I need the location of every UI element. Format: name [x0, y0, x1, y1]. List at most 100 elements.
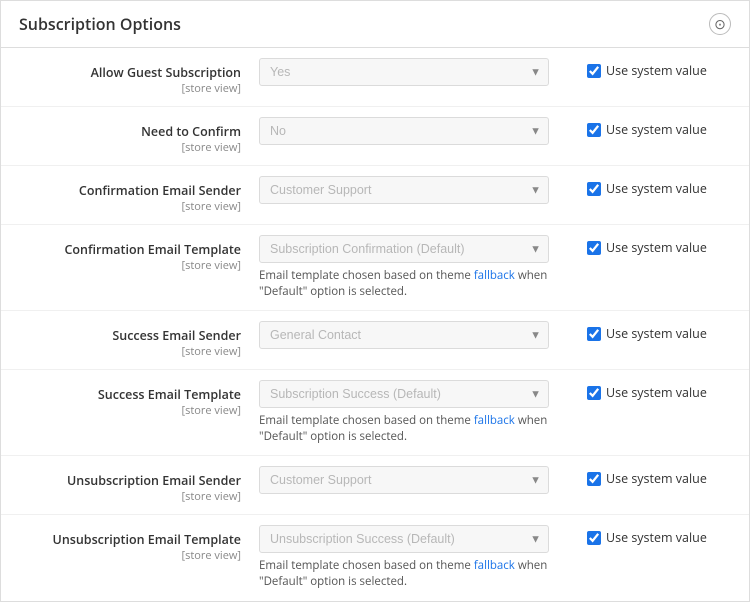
use-system-text-success-email-sender: Use system value [606, 325, 707, 342]
use-system-label-success-email-sender[interactable]: Use system value [587, 325, 707, 342]
row-inner-need-to-confirm: YesNo▼ [259, 117, 571, 145]
use-system-label-need-to-confirm[interactable]: Use system value [587, 121, 707, 138]
row-inner-success-email-sender: General ContactCustomer SupportSales Rep… [259, 321, 571, 349]
use-system-text-allow-guest: Use system value [606, 62, 707, 79]
use-system-label-confirmation-email-sender[interactable]: Use system value [587, 180, 707, 197]
select-success-email-sender[interactable]: General ContactCustomer SupportSales Rep… [259, 321, 549, 349]
use-system-text-unsubscription-email-sender: Use system value [606, 470, 707, 487]
field-scope-confirmation-email-sender: [store view] [19, 199, 241, 214]
field-label-confirmation-email-sender: Confirmation Email Sender [19, 182, 241, 199]
select-allow-guest[interactable]: YesNo [259, 58, 549, 86]
label-col-success-email-template: Success Email Template[store view] [19, 380, 259, 418]
control-col-unsubscription-email-sender: General ContactCustomer SupportSales Rep… [259, 466, 571, 494]
select-success-email-template[interactable]: Subscription Success (Default) [259, 380, 549, 408]
select-confirmation-email-template[interactable]: Subscription Confirmation (Default) [259, 235, 549, 263]
system-col-need-to-confirm: Use system value [571, 117, 731, 138]
form-row-unsubscription-email-template: Unsubscription Email Template[store view… [1, 515, 749, 600]
use-system-checkbox-unsubscription-email-template[interactable] [587, 531, 601, 545]
label-col-confirmation-email-template: Confirmation Email Template[store view] [19, 235, 259, 273]
form-row-need-to-confirm: Need to Confirm[store view]YesNo▼Use sys… [1, 107, 749, 166]
select-wrapper-success-email-sender: General ContactCustomer SupportSales Rep… [259, 321, 549, 349]
control-col-success-email-sender: General ContactCustomer SupportSales Rep… [259, 321, 571, 349]
fallback-link[interactable]: fallback [474, 413, 515, 428]
use-system-text-need-to-confirm: Use system value [606, 121, 707, 138]
control-col-allow-guest: YesNo▼ [259, 58, 571, 86]
field-label-need-to-confirm: Need to Confirm [19, 123, 241, 140]
field-scope-success-email-template: [store view] [19, 403, 241, 418]
use-system-text-success-email-template: Use system value [606, 384, 707, 401]
use-system-checkbox-need-to-confirm[interactable] [587, 123, 601, 137]
use-system-checkbox-allow-guest[interactable] [587, 64, 601, 78]
field-note-confirmation-email-template: Email template chosen based on theme fal… [259, 268, 549, 300]
use-system-label-confirmation-email-template[interactable]: Use system value [587, 239, 707, 256]
system-col-success-email-template: Use system value [571, 380, 731, 401]
select-confirmation-email-sender[interactable]: General ContactCustomer SupportSales Rep… [259, 176, 549, 204]
system-col-confirmation-email-template: Use system value [571, 235, 731, 256]
form-row-allow-guest: Allow Guest Subscription[store view]YesN… [1, 48, 749, 107]
form-row-confirmation-email-template: Confirmation Email Template[store view]S… [1, 225, 749, 311]
field-note-success-email-template: Email template chosen based on theme fal… [259, 413, 549, 445]
field-note-unsubscription-email-template: Email template chosen based on theme fal… [259, 558, 549, 590]
label-col-confirmation-email-sender: Confirmation Email Sender[store view] [19, 176, 259, 214]
system-col-unsubscription-email-template: Use system value [571, 525, 731, 546]
system-col-allow-guest: Use system value [571, 58, 731, 79]
select-unsubscription-email-template[interactable]: Unsubscription Success (Default) [259, 525, 549, 553]
label-col-need-to-confirm: Need to Confirm[store view] [19, 117, 259, 155]
use-system-label-unsubscription-email-template[interactable]: Use system value [587, 529, 707, 546]
select-wrapper-success-email-template: Subscription Success (Default)▼ [259, 380, 549, 408]
row-inner-unsubscription-email-sender: General ContactCustomer SupportSales Rep… [259, 466, 571, 494]
field-label-success-email-sender: Success Email Sender [19, 327, 241, 344]
section-header: Subscription Options ⊙ [1, 1, 749, 48]
form-table: Allow Guest Subscription[store view]YesN… [1, 48, 749, 601]
use-system-text-confirmation-email-template: Use system value [606, 239, 707, 256]
row-inner-unsubscription-email-template: Unsubscription Success (Default)▼ [259, 525, 571, 553]
system-col-success-email-sender: Use system value [571, 321, 731, 342]
control-col-success-email-template: Subscription Success (Default)▼ Email tem… [259, 380, 571, 445]
field-label-unsubscription-email-sender: Unsubscription Email Sender [19, 472, 241, 489]
control-col-confirmation-email-sender: General ContactCustomer SupportSales Rep… [259, 176, 571, 204]
label-col-unsubscription-email-template: Unsubscription Email Template[store view… [19, 525, 259, 563]
form-row-unsubscription-email-sender: Unsubscription Email Sender[store view] G… [1, 456, 749, 515]
select-wrapper-unsubscription-email-template: Unsubscription Success (Default)▼ [259, 525, 549, 553]
field-scope-need-to-confirm: [store view] [19, 140, 241, 155]
use-system-checkbox-success-email-template[interactable] [587, 386, 601, 400]
select-wrapper-need-to-confirm: YesNo▼ [259, 117, 549, 145]
fallback-link[interactable]: fallback [474, 558, 515, 573]
collapse-button[interactable]: ⊙ [709, 13, 731, 35]
control-col-unsubscription-email-template: Unsubscription Success (Default)▼ Email t… [259, 525, 571, 590]
select-need-to-confirm[interactable]: YesNo [259, 117, 549, 145]
use-system-checkbox-success-email-sender[interactable] [587, 327, 601, 341]
field-label-unsubscription-email-template: Unsubscription Email Template [19, 531, 241, 548]
field-scope-allow-guest: [store view] [19, 81, 241, 96]
system-col-confirmation-email-sender: Use system value [571, 176, 731, 197]
select-wrapper-confirmation-email-sender: General ContactCustomer SupportSales Rep… [259, 176, 549, 204]
row-inner-allow-guest: YesNo▼ [259, 58, 571, 86]
form-row-success-email-sender: Success Email Sender[store view]General … [1, 311, 749, 370]
system-col-unsubscription-email-sender: Use system value [571, 466, 731, 487]
form-row-success-email-template: Success Email Template[store view]Subscr… [1, 370, 749, 456]
field-scope-unsubscription-email-template: [store view] [19, 548, 241, 563]
control-col-confirmation-email-template: Subscription Confirmation (Default)▼ Emai… [259, 235, 571, 300]
control-col-need-to-confirm: YesNo▼ [259, 117, 571, 145]
fallback-link[interactable]: fallback [474, 268, 515, 283]
use-system-checkbox-confirmation-email-sender[interactable] [587, 182, 601, 196]
use-system-checkbox-confirmation-email-template[interactable] [587, 241, 601, 255]
field-label-success-email-template: Success Email Template [19, 386, 241, 403]
row-inner-success-email-template: Subscription Success (Default)▼ [259, 380, 571, 408]
use-system-label-success-email-template[interactable]: Use system value [587, 384, 707, 401]
field-scope-unsubscription-email-sender: [store view] [19, 489, 241, 504]
use-system-label-unsubscription-email-sender[interactable]: Use system value [587, 470, 707, 487]
label-col-success-email-sender: Success Email Sender[store view] [19, 321, 259, 359]
select-wrapper-unsubscription-email-sender: General ContactCustomer SupportSales Rep… [259, 466, 549, 494]
use-system-label-allow-guest[interactable]: Use system value [587, 62, 707, 79]
page-container: Subscription Options ⊙ Allow Guest Subsc… [0, 0, 750, 602]
field-label-allow-guest: Allow Guest Subscription [19, 64, 241, 81]
label-col-allow-guest: Allow Guest Subscription[store view] [19, 58, 259, 96]
use-system-checkbox-unsubscription-email-sender[interactable] [587, 472, 601, 486]
select-wrapper-allow-guest: YesNo▼ [259, 58, 549, 86]
use-system-text-confirmation-email-sender: Use system value [606, 180, 707, 197]
select-unsubscription-email-sender[interactable]: General ContactCustomer SupportSales Rep… [259, 466, 549, 494]
select-wrapper-confirmation-email-template: Subscription Confirmation (Default)▼ [259, 235, 549, 263]
field-label-confirmation-email-template: Confirmation Email Template [19, 241, 241, 258]
field-scope-confirmation-email-template: [store view] [19, 258, 241, 273]
